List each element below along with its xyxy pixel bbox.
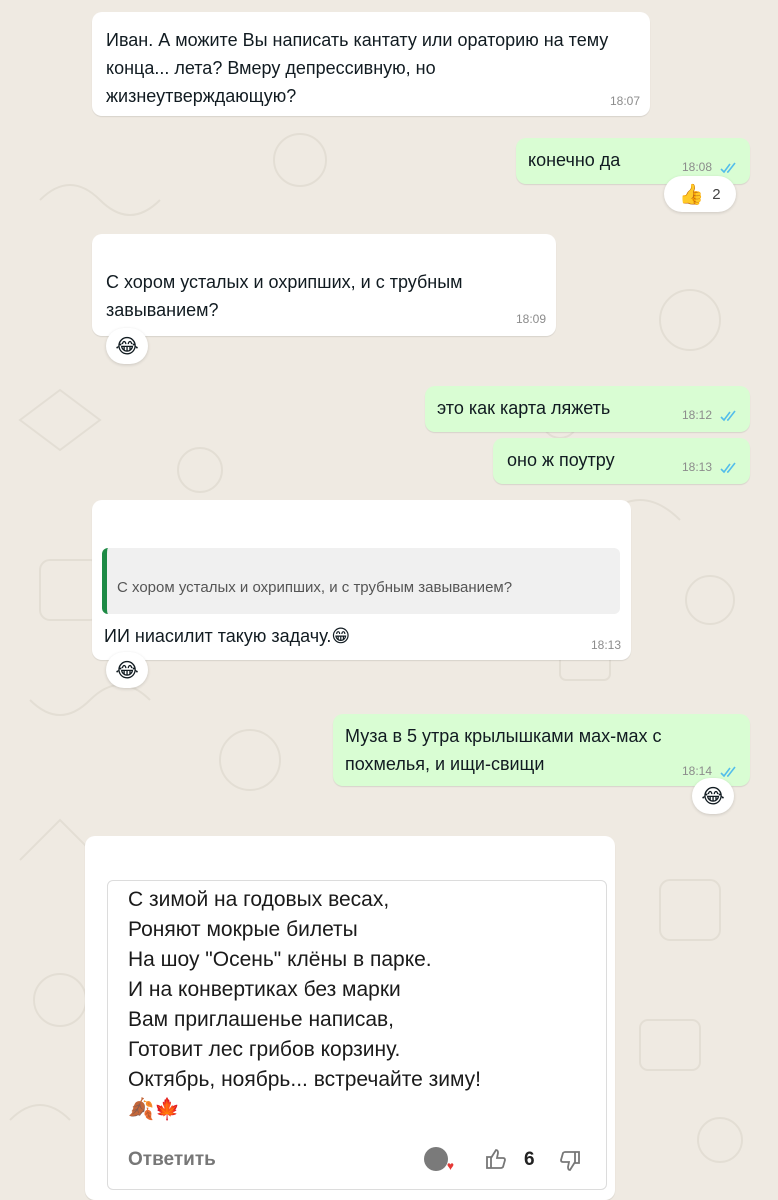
laughing-tears-icon: 😂 (115, 659, 139, 682)
reaction-badge[interactable]: 😂 (106, 652, 148, 688)
double-check-icon (720, 462, 736, 474)
message-text: это как карта ляжеть (437, 398, 611, 418)
message-time: 18:13 (681, 460, 712, 474)
dislike-icon[interactable] (558, 1149, 582, 1173)
message-text: С хором усталых и охрипших, и с трубным … (106, 272, 463, 320)
incoming-message-with-reply[interactable]: С хором усталых и охрипших, и с трубным … (92, 500, 631, 660)
heart-icon: ♥ (446, 1159, 454, 1173)
poem-line: На шоу "Осень" клёны в парке. (128, 948, 432, 971)
message-text: ИИ ниасилит такую задачу.😁 (104, 626, 351, 646)
message-time: 18:13 (590, 638, 621, 652)
double-check-icon (720, 162, 736, 174)
poem-line: С зимой на годовых весах, (128, 888, 390, 911)
message-time: 18:12 (681, 408, 712, 422)
message-text: Иван. А можите Вы написать кантату или о… (106, 30, 609, 106)
outgoing-message[interactable]: Муза в 5 утра крылышками мах-мах с похме… (333, 714, 750, 786)
comment-text: С зимой на годовых весах, Роняют мокрые … (128, 885, 598, 1125)
outgoing-message[interactable]: это как карта ляжеть 18:12 (425, 386, 750, 432)
comment-card: С зимой на годовых весах, Роняют мокрые … (107, 880, 607, 1190)
double-check-icon (720, 766, 736, 778)
poem-line: Вам приглашенье написав, (128, 1008, 394, 1031)
message-time: 18:09 (515, 312, 546, 326)
poem-line: И на конвертиках без марки (128, 978, 401, 1001)
message-text: конечно да (528, 150, 621, 170)
incoming-message[interactable]: С хором усталых и охрипших, и с трубным … (92, 234, 556, 336)
reactor-avatars: ♥ (424, 1147, 454, 1173)
message-time: 18:08 (681, 160, 712, 174)
poem-line: Роняют мокрые билеты (128, 918, 358, 941)
quoted-text: С хором усталых и охрипших, и с трубным … (117, 579, 513, 596)
autumn-leaves-icon: 🍂🍁 (128, 1098, 181, 1121)
message-time: 18:07 (609, 94, 640, 108)
thumbs-up-icon: 👍 (679, 183, 705, 206)
reaction-count: 2 (712, 185, 721, 203)
poem-line: Готовит лес грибов корзину. (128, 1038, 401, 1061)
laughing-tears-icon: 😂 (701, 785, 725, 808)
like-icon[interactable] (484, 1147, 508, 1171)
reply-button[interactable]: Ответить (128, 1149, 216, 1171)
incoming-message[interactable]: Иван. А можите Вы написать кантату или о… (92, 12, 650, 116)
laughing-tears-icon: 😂 (115, 335, 139, 358)
reaction-badge[interactable]: 👍 2 (664, 176, 736, 212)
message-text: оно ж поутру (507, 450, 615, 470)
poem-line: Октябрь, ноябрь... встречайте зиму! (128, 1068, 482, 1091)
quoted-message[interactable]: С хором усталых и охрипших, и с трубным … (102, 548, 620, 614)
outgoing-message[interactable]: оно ж поутру 18:13 (493, 438, 750, 484)
like-count: 6 (524, 1149, 535, 1170)
reaction-badge[interactable]: 😂 (106, 328, 148, 364)
reaction-badge[interactable]: 😂 (692, 778, 734, 814)
double-check-icon (720, 410, 736, 422)
message-time: 18:14 (681, 764, 712, 778)
